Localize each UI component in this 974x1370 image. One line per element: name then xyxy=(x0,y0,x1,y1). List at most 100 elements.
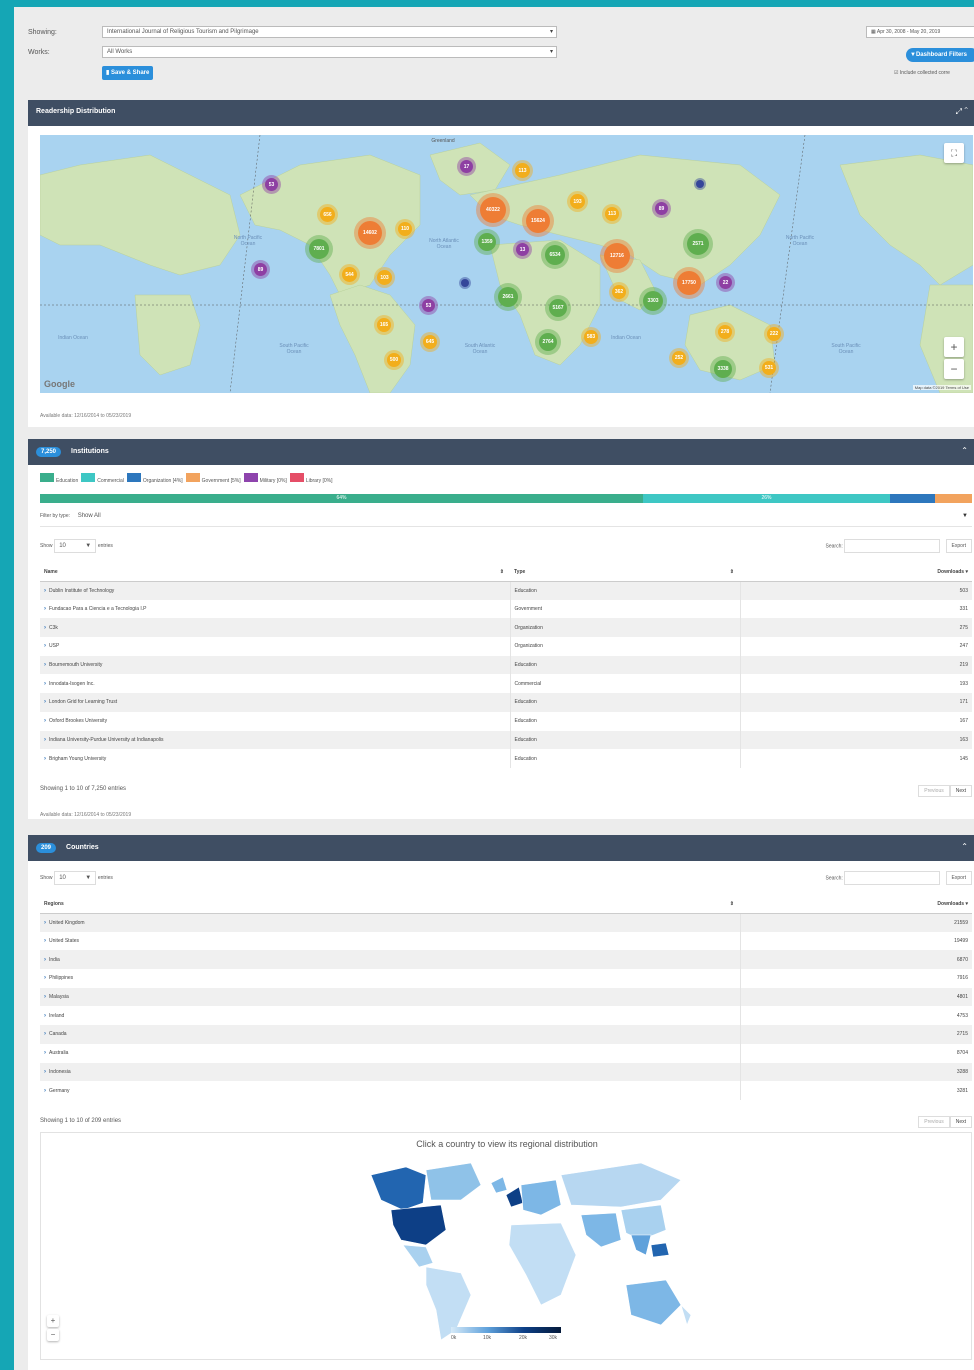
map-cluster[interactable]: 103 xyxy=(377,270,392,285)
export-button[interactable]: Export xyxy=(945,871,972,886)
table-row[interactable]: › USP Organization 247 xyxy=(40,637,972,656)
table-row[interactable]: › Indiana University-Purdue University at… xyxy=(40,730,972,750)
map-cluster[interactable]: 7801 xyxy=(309,239,329,259)
map-cluster[interactable]: 645 xyxy=(423,335,437,349)
map-cluster[interactable]: 1359 xyxy=(478,233,496,251)
type-filter[interactable]: Filter by type: Show All ▼ xyxy=(40,513,972,527)
bar-segment-education[interactable]: 64% xyxy=(40,494,643,503)
map-cluster[interactable]: 17750 xyxy=(677,271,701,295)
search-input[interactable] xyxy=(844,539,941,553)
table-row[interactable]: › Brigham Young University Education 145 xyxy=(40,749,972,768)
table-row[interactable]: › Innodata-Isogen Inc. Commercial 193 xyxy=(40,674,972,694)
world-map[interactable]: North Pacific Ocean North Atlantic Ocean… xyxy=(40,135,973,393)
map-cluster[interactable]: 6534 xyxy=(545,245,565,265)
map-cluster[interactable]: 165 xyxy=(377,318,391,332)
map-cluster[interactable]: 113 xyxy=(515,163,530,178)
entries-select[interactable]: 10 ▼ xyxy=(54,539,97,553)
map-cluster[interactable]: 3303 xyxy=(643,291,663,311)
col-downloads[interactable]: Downloads ▾ xyxy=(740,564,972,582)
map-cluster[interactable]: 14602 xyxy=(358,221,382,245)
save-share-button[interactable]: ▮ Save & Share xyxy=(102,66,154,80)
table-row[interactable]: › United States 19499 xyxy=(40,931,972,951)
legend-item-organization[interactable]: Organization [4%] xyxy=(126,473,183,484)
expand-icon[interactable]: ⤢ xyxy=(956,107,962,116)
fullscreen-button[interactable]: ⛶ xyxy=(944,143,964,163)
works-select[interactable]: All Works ▾ xyxy=(102,46,557,58)
map-cluster[interactable]: 53 xyxy=(422,299,435,312)
zoom-in-button[interactable]: + xyxy=(944,337,964,357)
map-marker[interactable] xyxy=(461,279,469,287)
next-button[interactable]: Next xyxy=(949,785,972,797)
choropleth-zoom-in-button[interactable]: + xyxy=(47,1315,59,1327)
map-cluster[interactable]: 544 xyxy=(342,267,357,282)
collapse-icon[interactable]: ⌃ xyxy=(961,446,968,455)
table-row[interactable]: › United Kingdom 21559 xyxy=(40,913,972,932)
legend-item-commercial[interactable]: Commercial xyxy=(81,473,124,484)
map-cluster[interactable]: 656 xyxy=(320,207,335,222)
map-cluster[interactable]: 89 xyxy=(655,202,668,215)
previous-button[interactable]: Previous xyxy=(918,1116,950,1128)
table-row[interactable]: › Malaysia 4801 xyxy=(40,987,972,1007)
next-button[interactable]: Next xyxy=(949,1116,972,1128)
table-row[interactable]: › Australia 8704 xyxy=(40,1043,972,1063)
table-row[interactable]: › Oxford Brookes University Education 167 xyxy=(40,711,972,731)
col-name[interactable]: Name ⇕ xyxy=(40,564,510,582)
legend-item-education[interactable]: Education xyxy=(40,473,78,484)
table-row[interactable]: › Dublin Institute of Technology Education… xyxy=(40,581,972,600)
zoom-out-button[interactable]: − xyxy=(944,359,964,379)
map-cluster[interactable]: 113 xyxy=(605,207,619,221)
table-row[interactable]: › C3k Organization 275 xyxy=(40,618,972,638)
choropleth-zoom-out-button[interactable]: − xyxy=(47,1329,59,1341)
map-cluster[interactable]: 583 xyxy=(584,330,598,344)
table-row[interactable]: › Indonesia 3288 xyxy=(40,1062,972,1082)
map-cluster[interactable]: 500 xyxy=(387,353,401,367)
previous-button[interactable]: Previous xyxy=(918,785,950,797)
map-cluster[interactable]: 531 xyxy=(762,361,776,375)
collapse-icon[interactable]: ⌃ xyxy=(961,842,968,851)
map-cluster[interactable]: 13 xyxy=(516,243,529,256)
map-cluster[interactable]: 252 xyxy=(672,351,686,365)
map-marker[interactable] xyxy=(696,180,704,188)
table-row[interactable]: › Fundacao Para a Ciencia e a Tecnologia … xyxy=(40,599,972,619)
bar-segment-commercial[interactable]: 26% xyxy=(643,494,890,503)
table-row[interactable]: › Germany 3281 xyxy=(40,1081,972,1100)
search-input[interactable] xyxy=(844,871,941,885)
col-type[interactable]: Type ⇕ xyxy=(510,564,740,582)
map-cluster[interactable]: 2571 xyxy=(687,233,709,255)
map-cluster[interactable]: 362 xyxy=(612,285,626,299)
table-row[interactable]: › Canada 2715 xyxy=(40,1025,972,1044)
map-cluster[interactable]: 193 xyxy=(570,194,585,209)
map-cluster[interactable]: 17 xyxy=(460,160,473,173)
table-row[interactable]: › Bournemouth University Education 219 xyxy=(40,655,972,675)
map-cluster[interactable]: 89 xyxy=(254,263,267,276)
map-cluster[interactable]: 40322 xyxy=(480,197,506,223)
map-cluster[interactable]: 5167 xyxy=(549,299,567,317)
map-cluster[interactable]: 15624 xyxy=(526,209,550,233)
legend-item-military[interactable]: Military [0%] xyxy=(243,473,287,484)
journal-select[interactable]: International Journal of Religious Touri… xyxy=(102,26,557,38)
map-cluster[interactable]: 53 xyxy=(265,178,278,191)
legend-item-government[interactable]: Government [5%] xyxy=(185,473,241,484)
table-row[interactable]: › India 6870 xyxy=(40,950,972,970)
include-collected-checkbox[interactable]: ☑ Include collected corre xyxy=(894,70,950,76)
legend-item-library[interactable]: Library [0%] xyxy=(289,473,333,484)
table-row[interactable]: › Philippines 7916 xyxy=(40,969,972,988)
map-cluster[interactable]: 278 xyxy=(718,325,732,339)
col-region[interactable]: Regions ⇕ xyxy=(40,896,740,914)
table-row[interactable]: › Ireland 4753 xyxy=(40,1006,972,1026)
date-range-picker[interactable]: ▦ Apr 30, 2008 - May 20, 2019 xyxy=(866,26,974,38)
bar-segment-organization[interactable] xyxy=(889,494,935,503)
map-cluster[interactable]: 110 xyxy=(398,222,412,236)
bar-segment-government[interactable] xyxy=(934,494,972,503)
dashboard-filters-button[interactable]: ▼Dashboard Filters xyxy=(906,48,974,62)
map-cluster[interactable]: 2764 xyxy=(539,333,557,351)
choropleth-map[interactable] xyxy=(41,1155,973,1355)
collapse-icon[interactable]: ⌃ xyxy=(964,107,968,116)
entries-select[interactable]: 10 ▼ xyxy=(54,871,97,885)
map-attribution[interactable]: Map data ©2019 Terms of Use xyxy=(912,385,971,390)
map-cluster[interactable]: 22 xyxy=(719,276,732,289)
map-cluster[interactable]: 12716 xyxy=(604,243,630,269)
map-cluster[interactable]: 3338 xyxy=(714,360,732,378)
map-cluster[interactable]: 2661 xyxy=(498,287,518,307)
export-button[interactable]: Export xyxy=(945,539,972,554)
